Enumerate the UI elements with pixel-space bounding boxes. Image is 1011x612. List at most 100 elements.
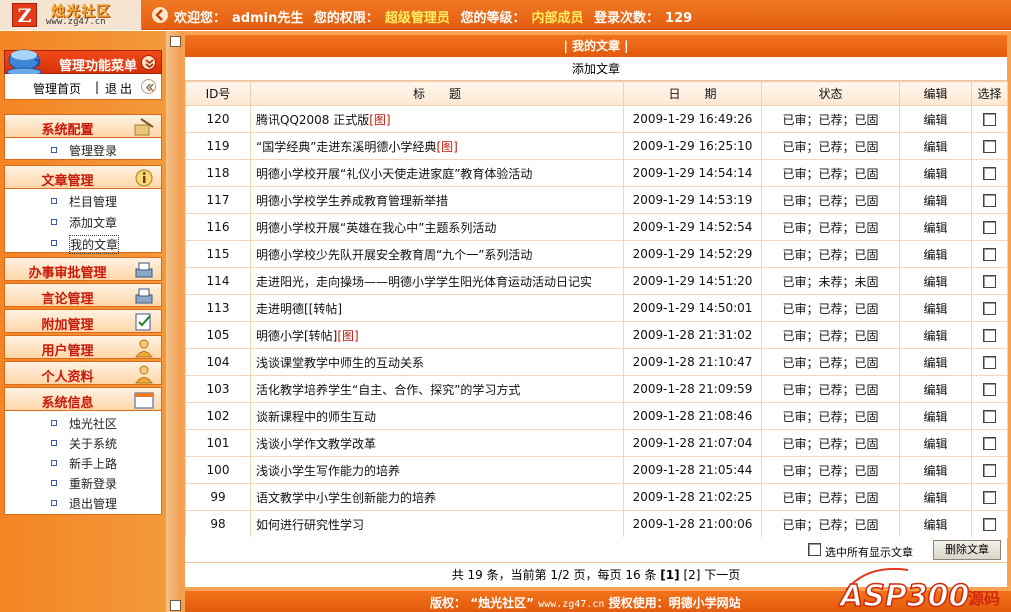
menu-item-admin-login[interactable]: 管理登录 (69, 142, 117, 159)
bullet-icon (51, 219, 57, 225)
menu-item-about[interactable]: 关于系统 (69, 435, 117, 452)
site-url[interactable]: www.zg47.cn (538, 599, 604, 610)
login-count: 129 (665, 11, 693, 26)
edit-link[interactable]: 编辑 (899, 321, 972, 349)
menu-item-exit-admin[interactable]: 退出管理 (69, 495, 117, 512)
menu-item-my-articles[interactable]: 我的文章 (69, 235, 120, 254)
section-title: 系统信息 (41, 396, 94, 411)
row-checkbox[interactable] (983, 383, 996, 396)
row-checkbox[interactable] (983, 464, 996, 477)
menu-section-system-info[interactable]: 系统信息 (4, 387, 162, 411)
article-title-link[interactable]: 浅谈课堂教学中师生的互动关系 (256, 356, 424, 370)
row-checkbox[interactable] (983, 302, 996, 315)
edit-link[interactable]: 编辑 (899, 402, 972, 430)
article-title-link[interactable]: 走进明德[[转帖] (256, 302, 342, 316)
sidebar-splitter[interactable] (166, 31, 183, 612)
menu-section-extras[interactable]: 附加管理 (4, 309, 162, 333)
cell-status: 已审；已荐；已固 (761, 132, 900, 160)
menu-section-comments[interactable]: 言论管理 (4, 283, 162, 307)
cell-select (971, 483, 1008, 511)
edit-link[interactable]: 编辑 (899, 456, 972, 484)
article-title-link[interactable]: 活化教学培养学生“自主、合作、探究”的学习方式 (256, 383, 520, 397)
row-checkbox[interactable] (983, 248, 996, 261)
menu-item-getting-started[interactable]: 新手上路 (69, 455, 117, 472)
cell-date: 2009-1-29 14:53:19 (623, 186, 762, 214)
row-checkbox[interactable] (983, 221, 996, 234)
cell-id: 105 (185, 321, 251, 349)
edit-link[interactable]: 编辑 (899, 483, 972, 511)
edit-link[interactable]: 编辑 (899, 375, 972, 403)
pager-next[interactable]: 下一页 (704, 568, 740, 582)
menu-item-add-article[interactable]: 添加文章 (69, 214, 117, 231)
menu-section-article[interactable]: 文章管理 (4, 165, 162, 189)
cell-status: 已审；已荐；已固 (761, 105, 900, 133)
admin-home-link[interactable]: 管理首页 (33, 80, 81, 97)
chevron-left-icon[interactable] (141, 79, 156, 94)
edit-link[interactable]: 编辑 (899, 132, 972, 160)
manager-links: 管理首页 | 退出 (4, 74, 162, 100)
row-checkbox[interactable] (983, 194, 996, 207)
article-title-link[interactable]: 明德小学校开展“英雄在我心中”主题系列活动 (256, 221, 496, 235)
row-checkbox[interactable] (983, 410, 996, 423)
row-checkbox[interactable] (983, 491, 996, 504)
article-title-link[interactable]: 浅谈小学生写作能力的培养 (256, 464, 400, 478)
cell-select (971, 267, 1008, 295)
calendar-icon (134, 392, 154, 409)
article-title-link[interactable]: “国学经典”走进东溪明德小学经典 (256, 140, 436, 154)
article-title-link[interactable]: 走进阳光，走向操场——明德小学学生阳光体育运动活动日记实 (256, 275, 592, 289)
article-title-link[interactable]: 语文教学中小学生创新能力的培养 (256, 491, 436, 505)
add-article-link[interactable]: 添加文章 (185, 57, 1007, 81)
article-title-link[interactable]: 腾讯QQ2008 正式版 (256, 113, 369, 127)
logout-link[interactable]: 退出 (105, 80, 135, 97)
edit-link[interactable]: 编辑 (899, 429, 972, 457)
row-checkbox[interactable] (983, 437, 996, 450)
article-title-link[interactable]: 浅谈小学作文教学改革 (256, 437, 376, 451)
level-label: 您的等级： (460, 11, 526, 26)
splitter-toggle-top[interactable] (170, 36, 181, 47)
row-checkbox[interactable] (983, 356, 996, 369)
chevron-down-icon[interactable] (141, 55, 156, 70)
pager-page-2[interactable]: [2] (683, 568, 700, 582)
cell-title: 明德小学校学生养成教育管理新举措 (250, 186, 624, 214)
article-title-link[interactable]: 明德小学[转帖] (256, 329, 337, 343)
row-checkbox[interactable] (983, 275, 996, 288)
row-checkbox[interactable] (983, 167, 996, 180)
menu-section-users[interactable]: 用户管理 (4, 335, 162, 359)
edit-link[interactable]: 编辑 (899, 267, 972, 295)
article-title-link[interactable]: 如何进行研究性学习 (256, 518, 364, 532)
menu-item-relogin[interactable]: 重新登录 (69, 475, 117, 492)
edit-link[interactable]: 编辑 (899, 159, 972, 187)
article-title-link[interactable]: 明德小学校少先队开展安全教育周“九个一”系列活动 (256, 248, 532, 262)
delete-articles-button[interactable]: 删除文章 (933, 540, 1001, 560)
row-checkbox[interactable] (983, 113, 996, 126)
section-title: 系统配置 (41, 123, 94, 138)
logo[interactable]: Z 烛光社区 www.zg47.cn (0, 0, 142, 30)
menu-section-approval[interactable]: 办事审批管理 (4, 257, 162, 281)
menu-item-community[interactable]: 烛光社区 (69, 415, 117, 432)
splitter-toggle-bottom[interactable] (170, 600, 181, 611)
article-title-link[interactable]: 明德小学校开展“礼仪小天使走进家庭”教育体验活动 (256, 167, 532, 181)
edit-link[interactable]: 编辑 (899, 294, 972, 322)
menu-section-system-config[interactable]: 系统配置 (4, 114, 162, 138)
row-checkbox[interactable] (983, 140, 996, 153)
cell-select (971, 213, 1008, 241)
edit-link[interactable]: 编辑 (899, 213, 972, 241)
menu-section-profile[interactable]: 个人资料 (4, 361, 162, 385)
edit-link[interactable]: 编辑 (899, 186, 972, 214)
section-title: 个人资料 (41, 370, 94, 385)
row-checkbox[interactable] (983, 329, 996, 342)
cell-date: 2009-1-28 21:07:04 (623, 429, 762, 457)
select-all-checkbox[interactable] (808, 543, 821, 556)
cell-title: 浅谈课堂教学中师生的互动关系 (250, 348, 624, 376)
edit-link[interactable]: 编辑 (899, 105, 972, 133)
edit-link[interactable]: 编辑 (899, 240, 972, 268)
row-checkbox[interactable] (983, 518, 996, 531)
menu-item-category[interactable]: 栏目管理 (69, 193, 117, 210)
article-title-link[interactable]: 明德小学校学生养成教育管理新举措 (256, 194, 448, 208)
article-title-link[interactable]: 谈新课程中的师生互动 (256, 410, 376, 424)
edit-link[interactable]: 编辑 (899, 348, 972, 376)
back-arrow-icon[interactable] (152, 7, 168, 23)
bullet-icon (51, 420, 57, 426)
edit-link[interactable]: 编辑 (899, 510, 972, 538)
bullet-icon (51, 240, 57, 246)
